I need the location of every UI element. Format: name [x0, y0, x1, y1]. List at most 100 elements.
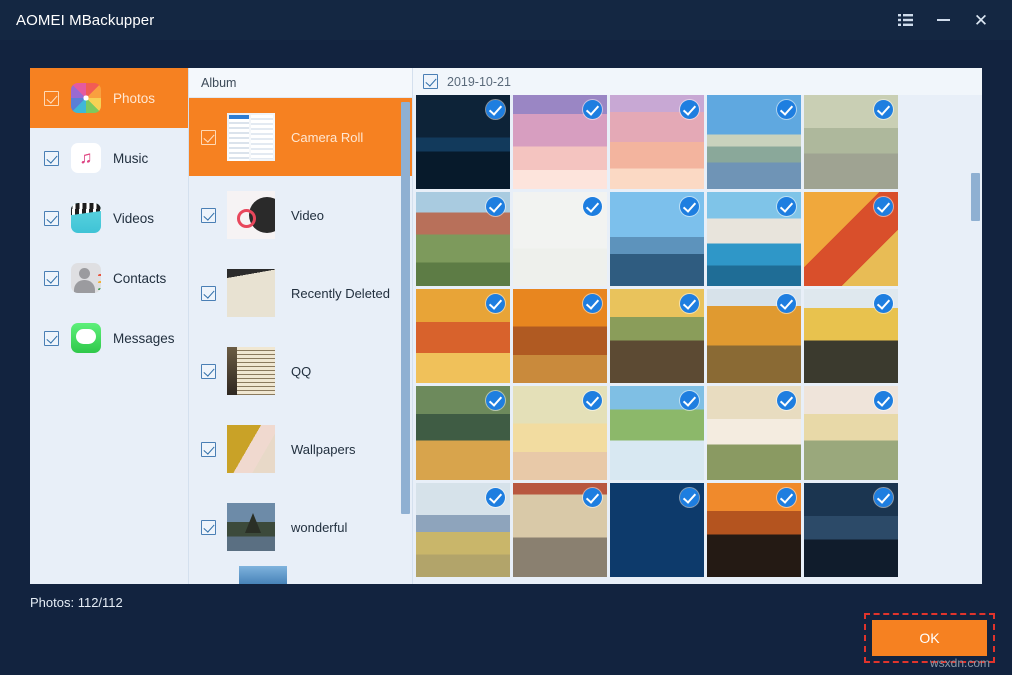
date-group-label: 2019-10-21	[447, 75, 511, 89]
photo-thumbnail[interactable]	[416, 95, 510, 189]
photo-thumbnail[interactable]	[610, 289, 704, 383]
album-scrollbar-thumb[interactable]	[401, 102, 410, 514]
messages-app-icon	[71, 323, 101, 353]
photo-thumbnail[interactable]	[416, 192, 510, 286]
photo-selected-check-icon[interactable]	[777, 100, 796, 119]
checkbox-photos[interactable]	[44, 91, 59, 106]
album-item-qq[interactable]: QQ	[189, 332, 412, 410]
album-thumbnail	[239, 566, 287, 584]
minimize-icon[interactable]	[924, 0, 962, 40]
photo-thumbnail[interactable]	[513, 95, 607, 189]
photo-thumbnail[interactable]	[707, 192, 801, 286]
album-thumbnail	[227, 113, 275, 161]
photo-selected-check-icon[interactable]	[486, 391, 505, 410]
photo-thumbnail[interactable]	[513, 289, 607, 383]
list-icon[interactable]	[886, 0, 924, 40]
music-app-icon	[71, 143, 101, 173]
sidebar-item-photos[interactable]: Photos	[30, 68, 188, 128]
photo-selected-check-icon[interactable]	[486, 100, 505, 119]
photo-thumbnail[interactable]	[804, 95, 898, 189]
checkbox-contacts[interactable]	[44, 271, 59, 286]
photo-selected-check-icon[interactable]	[680, 488, 699, 507]
checkbox-date-group[interactable]	[423, 74, 438, 89]
photo-thumbnail[interactable]	[416, 289, 510, 383]
checkbox-wonderful[interactable]	[201, 520, 216, 535]
photo-selected-check-icon[interactable]	[777, 197, 796, 216]
photo-selected-check-icon[interactable]	[583, 294, 602, 313]
photo-selected-check-icon[interactable]	[874, 294, 893, 313]
close-icon[interactable]: ✕	[962, 0, 1000, 40]
photo-selected-check-icon[interactable]	[680, 294, 699, 313]
photo-thumbnail[interactable]	[416, 386, 510, 480]
photo-grid-scrollbar[interactable]	[971, 95, 980, 584]
album-thumbnail	[227, 503, 275, 551]
photo-thumbnail[interactable]	[610, 386, 704, 480]
photo-selected-check-icon[interactable]	[680, 391, 699, 410]
photo-selected-check-icon[interactable]	[486, 294, 505, 313]
album-label-qq: QQ	[291, 364, 311, 379]
checkbox-videos[interactable]	[44, 211, 59, 226]
sidebar-item-contacts[interactable]: Contacts	[30, 248, 188, 308]
sidebar-item-music[interactable]: Music	[30, 128, 188, 188]
photo-thumbnail[interactable]	[804, 289, 898, 383]
videos-app-icon	[71, 203, 101, 233]
album-item-camera-roll[interactable]: Camera Roll	[189, 98, 412, 176]
album-column-header: Album	[189, 68, 412, 98]
album-item-recently-deleted[interactable]: Recently Deleted	[189, 254, 412, 332]
photo-selected-check-icon[interactable]	[777, 294, 796, 313]
photo-thumbnail[interactable]	[707, 386, 801, 480]
photo-grid-scrollbar-thumb[interactable]	[971, 173, 980, 221]
album-scrollbar[interactable]	[401, 98, 410, 584]
album-item-wallpapers[interactable]: Wallpapers	[189, 410, 412, 488]
photo-thumbnail[interactable]	[804, 192, 898, 286]
album-item-video[interactable]: Video	[189, 176, 412, 254]
photo-selected-check-icon[interactable]	[874, 488, 893, 507]
ok-button[interactable]: OK	[872, 620, 987, 656]
sidebar-item-messages[interactable]: Messages	[30, 308, 188, 368]
photo-selected-check-icon[interactable]	[583, 391, 602, 410]
photo-thumbnail[interactable]	[804, 386, 898, 480]
photo-selected-check-icon[interactable]	[583, 488, 602, 507]
photo-selected-check-icon[interactable]	[583, 197, 602, 216]
photo-selected-check-icon[interactable]	[777, 391, 796, 410]
album-item-partial[interactable]	[189, 566, 412, 584]
photo-thumbnail[interactable]	[707, 95, 801, 189]
album-thumbnail	[227, 191, 275, 239]
photo-selected-check-icon[interactable]	[874, 391, 893, 410]
close-icon-glyph: ✕	[974, 12, 988, 29]
checkbox-qq[interactable]	[201, 364, 216, 379]
checkbox-wallpapers[interactable]	[201, 442, 216, 457]
photo-thumbnail[interactable]	[804, 483, 898, 577]
photo-selected-check-icon[interactable]	[874, 197, 893, 216]
album-label-recently-deleted: Recently Deleted	[291, 286, 390, 301]
watermark: wsxdn.com	[930, 656, 990, 670]
photo-thumbnail[interactable]	[610, 192, 704, 286]
album-column: Album Camera Roll Video Recently Deleted	[188, 68, 412, 584]
photo-thumbnail[interactable]	[513, 192, 607, 286]
sidebar-label-contacts: Contacts	[113, 271, 166, 286]
photo-thumbnail[interactable]	[707, 289, 801, 383]
checkbox-messages[interactable]	[44, 331, 59, 346]
checkbox-music[interactable]	[44, 151, 59, 166]
photo-selected-check-icon[interactable]	[583, 100, 602, 119]
sidebar-item-videos[interactable]: Videos	[30, 188, 188, 248]
photo-thumbnail[interactable]	[416, 483, 510, 577]
photo-selected-check-icon[interactable]	[486, 197, 505, 216]
photo-selected-check-icon[interactable]	[486, 488, 505, 507]
photos-app-icon	[71, 83, 101, 113]
photo-selected-check-icon[interactable]	[777, 488, 796, 507]
checkbox-camera-roll[interactable]	[201, 130, 216, 145]
photo-thumbnail[interactable]	[610, 95, 704, 189]
photo-grid-column: 2019-10-21	[412, 68, 982, 584]
album-item-wonderful[interactable]: wonderful	[189, 488, 412, 566]
photo-selected-check-icon[interactable]	[680, 100, 699, 119]
checkbox-video[interactable]	[201, 208, 216, 223]
photo-thumbnail[interactable]	[513, 386, 607, 480]
photo-thumbnail[interactable]	[707, 483, 801, 577]
photo-selected-check-icon[interactable]	[874, 100, 893, 119]
sidebar-label-music: Music	[113, 151, 148, 166]
photo-thumbnail[interactable]	[513, 483, 607, 577]
photo-thumbnail[interactable]	[610, 483, 704, 577]
photo-selected-check-icon[interactable]	[680, 197, 699, 216]
checkbox-recently-deleted[interactable]	[201, 286, 216, 301]
